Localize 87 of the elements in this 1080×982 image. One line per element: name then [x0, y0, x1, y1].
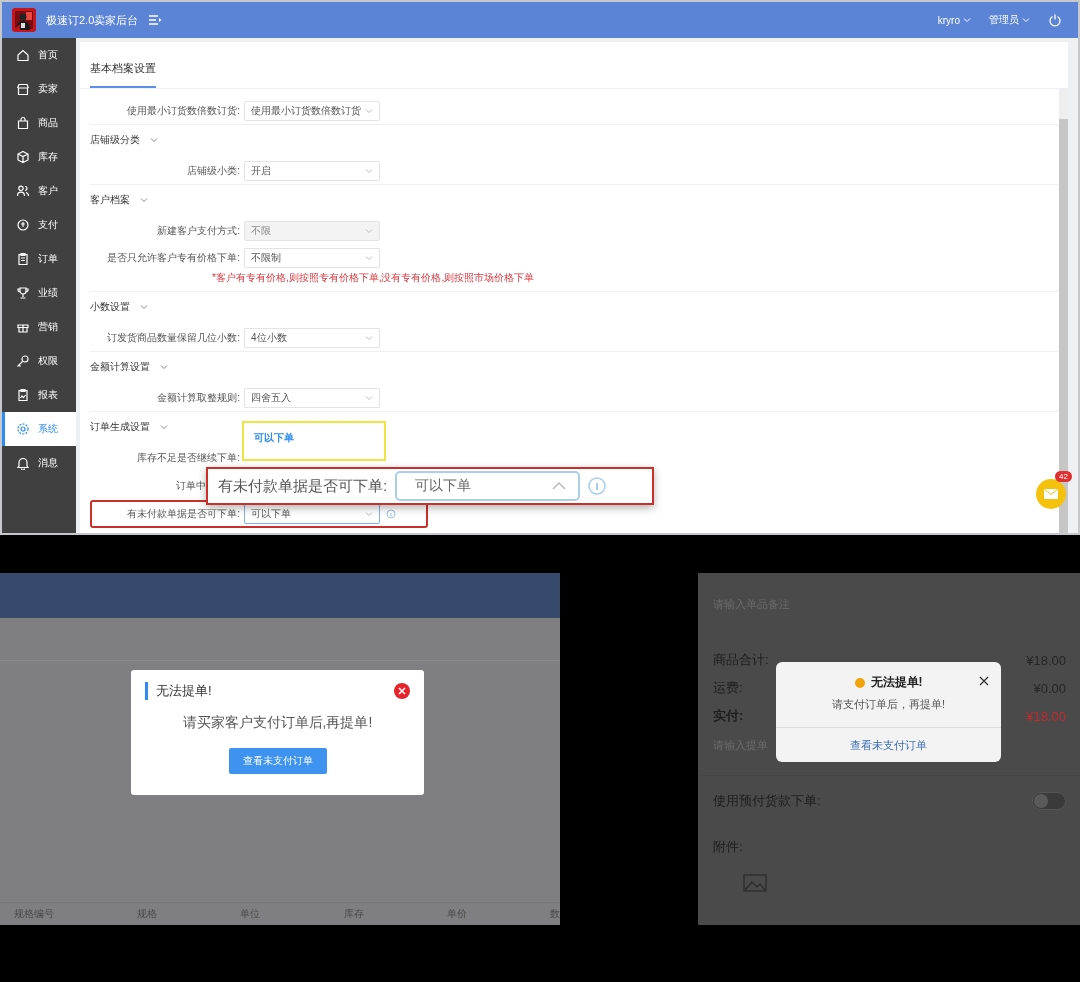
report-icon	[16, 388, 30, 402]
dialog-title: 无法提单!	[145, 682, 212, 700]
menu-icon[interactable]	[148, 14, 163, 26]
section-title: 小数设置	[90, 300, 130, 314]
select-field[interactable]: 4位小数	[244, 327, 380, 348]
chevron-down-icon[interactable]	[140, 196, 148, 204]
chevron-down-icon[interactable]	[140, 303, 148, 311]
dialog-message: 请支付订单后，再提单!	[830, 697, 947, 712]
trophy-icon	[16, 286, 30, 300]
chevron-down-icon[interactable]	[160, 363, 168, 371]
select-field[interactable]: 不限制	[244, 247, 380, 268]
section-title: 店铺级分类	[90, 133, 140, 147]
chevron-down-icon	[365, 226, 373, 235]
clipboard-icon	[16, 252, 30, 266]
dialog-message: 请买家客户支付订单后,再提单!	[181, 714, 374, 732]
chevron-down-icon[interactable]	[150, 136, 158, 144]
field-label: 库存不足是否继续下单:	[136, 451, 241, 465]
coin-icon	[16, 218, 30, 232]
hint-text: *客户有专有价格,则按照专有价格下单,没有专有价格,则按照市场价格下单	[211, 271, 536, 285]
info-icon	[386, 509, 396, 519]
sidebar-item[interactable]: 库存	[2, 140, 76, 174]
chevron-down-icon	[365, 106, 373, 115]
sidebar-item[interactable]: 权限	[2, 344, 76, 378]
view-unpaid-link[interactable]: 查看未支付订单	[776, 727, 1001, 762]
sidebar-item[interactable]: 订单	[2, 242, 76, 276]
sidebar-item[interactable]: 营销	[2, 310, 76, 344]
field-label: 是否只允许客户专有价格下单:	[106, 250, 241, 265]
field-label: 金额计算取整规则:	[156, 390, 241, 405]
summary-amount: ¥18.00	[1026, 708, 1066, 724]
sidebar-item[interactable]: 业绩	[2, 276, 76, 310]
field-label: 有未付款单据是否可下单:	[126, 507, 241, 521]
bag-icon	[16, 116, 30, 130]
sidebar-item[interactable]: 报表	[2, 378, 76, 412]
scrollbar[interactable]	[1059, 89, 1068, 533]
info-icon	[588, 477, 607, 495]
field-label: 新建客户支付方式:	[156, 223, 241, 238]
field-label: 有未付款单据是否可下单:	[218, 476, 388, 496]
count-badge: 42	[1055, 471, 1072, 482]
sidebar-item[interactable]: 首页	[2, 38, 76, 72]
home-icon	[16, 48, 30, 62]
chevron-down-icon	[365, 253, 373, 262]
chevron-down-icon[interactable]	[160, 423, 168, 431]
user-menu[interactable]: 管理员	[989, 13, 1030, 27]
dropdown-option[interactable]: 可以下单	[254, 431, 374, 445]
sidebar-item[interactable]: 消息	[2, 446, 76, 480]
store-icon	[16, 82, 30, 96]
close-icon[interactable]	[979, 676, 989, 686]
user-menu[interactable]: kryro	[937, 14, 971, 26]
section-title: 订单生成设置	[90, 420, 150, 434]
field-label: 使用最小订货数倍数订货:	[126, 103, 241, 118]
chevron-down-icon	[365, 166, 373, 175]
dialog-title: 无法提单!	[870, 674, 923, 691]
chevron-down-icon	[365, 393, 373, 402]
section-title: 客户档案	[90, 193, 130, 207]
tab[interactable]: 基本档案设置	[90, 61, 156, 88]
key-icon	[16, 354, 30, 368]
chevron-down-icon	[365, 333, 373, 342]
menu-label: 管理员	[989, 13, 1019, 27]
select-field[interactable]: 使用最小订货数倍数订货	[244, 100, 380, 121]
bell-icon	[16, 456, 30, 470]
cube-icon	[16, 150, 30, 164]
chevron-down-icon	[1022, 16, 1030, 24]
chevron-down-icon	[365, 510, 373, 518]
section-title: 金额计算设置	[90, 360, 150, 374]
power-icon[interactable]	[1048, 13, 1062, 27]
sidebar-item[interactable]: 卖家	[2, 72, 76, 106]
field-label: 店铺级小类:	[186, 163, 241, 178]
users-icon	[16, 184, 30, 198]
sidebar-item[interactable]: 系统	[2, 412, 76, 446]
chevron-up-icon	[552, 481, 567, 491]
field-label: 订发货商品数量保留几位小数:	[106, 330, 241, 345]
sidebar-item[interactable]: 客户	[2, 174, 76, 208]
warning-icon	[854, 677, 865, 688]
image-icon[interactable]	[743, 874, 767, 892]
gear-icon	[16, 422, 30, 436]
select-field[interactable]: 可以下单	[244, 504, 380, 524]
select-field[interactable]: 可以下单	[395, 471, 581, 501]
chevron-down-icon	[963, 16, 971, 24]
envelope-icon	[1044, 489, 1058, 499]
sidebar-item[interactable]: 支付	[2, 208, 76, 242]
select-field[interactable]: 四舍五入	[244, 387, 380, 408]
toggle-switch[interactable]	[1032, 792, 1066, 810]
menu-label: kryro	[937, 14, 960, 26]
sidebar-item[interactable]: 商品	[2, 106, 76, 140]
select-field[interactable]: 开启	[244, 160, 380, 181]
field-label: 订单中	[175, 479, 206, 493]
app-title: 极速订2.0卖家后台	[46, 12, 139, 28]
